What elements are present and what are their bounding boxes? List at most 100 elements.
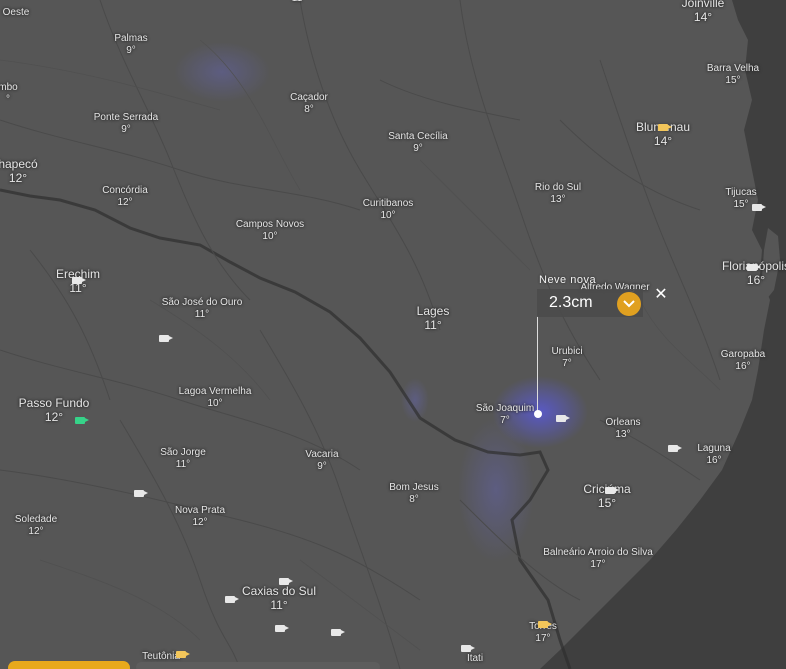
- city-vacaria[interactable]: Vacaria 9°: [305, 449, 338, 472]
- webcam-icon[interactable]: [747, 264, 761, 271]
- city-name: Curitibanos: [362, 198, 414, 209]
- city-teutonia[interactable]: Teutônia: [142, 651, 180, 663]
- city-name: Lages: [416, 304, 450, 318]
- webcam-icon[interactable]: [668, 445, 682, 452]
- webcam-icon[interactable]: [275, 625, 289, 632]
- webcam-icon[interactable]: [72, 277, 86, 284]
- city-name: Itati: [466, 653, 484, 664]
- webcam-icon[interactable]: [134, 490, 148, 497]
- city-oeste[interactable]: Oeste: [3, 7, 30, 19]
- city-name: Teutônia: [142, 651, 180, 662]
- city-nova-prata[interactable]: Nova Prata 12°: [175, 505, 225, 528]
- city-urubici[interactable]: Urubici 7°: [551, 346, 582, 369]
- close-icon[interactable]: ✕: [653, 287, 669, 303]
- city-name: Orleans: [605, 417, 641, 428]
- webcam-icon[interactable]: [605, 487, 619, 494]
- city-laguna[interactable]: Laguna 16°: [697, 443, 730, 466]
- webcam-icon[interactable]: [225, 596, 239, 603]
- city-lages[interactable]: Lages 11°: [416, 304, 450, 333]
- snow-area-small: [401, 378, 429, 422]
- city-name: mbo: [0, 82, 18, 93]
- city-name: Urubici: [551, 346, 583, 357]
- city-name: Concórdia: [102, 185, 148, 196]
- city-joinville[interactable]: Joinville 14°: [682, 0, 725, 25]
- popup-title: Neve nova: [539, 274, 597, 286]
- city-temp: 12°: [28, 525, 44, 537]
- webcam-icon[interactable]: [658, 124, 672, 131]
- city-temp: 15°: [725, 74, 741, 86]
- city-name: Garopaba: [720, 349, 766, 360]
- city-name: Nova Prata: [174, 505, 226, 516]
- bottom-toggle-button[interactable]: [8, 661, 130, 669]
- city-caxias-do-sul[interactable]: Caxias do Sul 11°: [241, 584, 317, 613]
- webcam-icon[interactable]: [331, 629, 345, 636]
- city-sao-jorge[interactable]: São Jorge 11°: [160, 447, 206, 470]
- webcam-icon[interactable]: [752, 204, 766, 211]
- city-palmas[interactable]: Palmas 9°: [114, 33, 147, 56]
- city-concordia[interactable]: Concórdia 12°: [102, 185, 148, 208]
- city-sao-jose-do-ouro[interactable]: São José do Ouro 11°: [162, 297, 243, 320]
- webcam-icon[interactable]: [538, 621, 552, 628]
- city-sao-joaquim[interactable]: São Joaquim 7°: [476, 403, 534, 426]
- city-temp: 9°: [126, 44, 136, 56]
- city-santa-cecilia[interactable]: Santa Cecília 9°: [388, 131, 447, 154]
- city-temp: 11: [292, 0, 302, 5]
- bottom-toolbar[interactable]: [136, 662, 380, 669]
- city-temp: 16°: [706, 454, 722, 466]
- city-temp: 17°: [590, 558, 606, 570]
- city-temp: 16°: [746, 272, 766, 287]
- city-orleans[interactable]: Orleans 13°: [605, 417, 640, 440]
- city-name: São Jorge: [160, 447, 206, 458]
- city-temp: °: [5, 93, 10, 105]
- city-temp: 11°: [424, 317, 442, 332]
- city-bom-jesus[interactable]: Bom Jesus 8°: [389, 482, 438, 505]
- city-temp: 15°: [597, 495, 617, 510]
- city-rio-do-sul[interactable]: Rio do Sul 13°: [535, 182, 581, 205]
- city-barra-velha[interactable]: Barra Velha 15°: [707, 63, 759, 86]
- webcam-icon[interactable]: [556, 415, 570, 422]
- city-temp: 10°: [262, 230, 278, 242]
- chevron-down-icon: [623, 300, 635, 308]
- city-name: Barra Velha: [706, 63, 760, 74]
- city-curitibanos[interactable]: Curitibanos 10°: [363, 198, 414, 221]
- city-ponte-serrada[interactable]: Ponte Serrada 9°: [94, 112, 159, 135]
- webcam-icon[interactable]: [461, 645, 475, 652]
- location-marker[interactable]: [534, 410, 542, 418]
- city-top-partial[interactable]: 11: [292, 0, 302, 5]
- city-cacador[interactable]: Caçador 8°: [290, 92, 328, 115]
- city-temp: 11°: [175, 458, 191, 470]
- city-temp: 7°: [562, 357, 572, 369]
- city-temp: 8°: [304, 103, 314, 115]
- city-temp: 14°: [653, 133, 673, 148]
- city-temp: 7°: [500, 414, 510, 426]
- city-campos-novos[interactable]: Campos Novos 10°: [236, 219, 304, 242]
- city-name: Bom Jesus: [389, 482, 439, 493]
- weather-map[interactable]: Oeste 11 Joinville14° Palmas9° mbo° Caça…: [0, 0, 786, 669]
- city-temp: 13°: [615, 428, 631, 440]
- snow-value: 2.3cm: [549, 294, 593, 311]
- city-name: Laguna: [697, 443, 731, 454]
- webcam-icon[interactable]: [75, 417, 89, 424]
- city-temp: 11°: [194, 308, 210, 320]
- city-name: hapecó: [0, 157, 38, 171]
- city-name: Vacaria: [305, 449, 339, 460]
- city-balneario-arroio[interactable]: Balneário Arroio do Silva 17°: [543, 547, 653, 570]
- city-xanxere-partial[interactable]: mbo °: [0, 82, 18, 105]
- city-name: São José do Ouro: [161, 297, 243, 308]
- webcam-icon[interactable]: [176, 651, 190, 658]
- snow-value-popup[interactable]: 2.3cm: [537, 289, 643, 317]
- city-name: Ponte Serrada: [93, 112, 159, 123]
- city-itati[interactable]: Itati: [467, 653, 483, 665]
- city-temp: 12°: [192, 516, 208, 528]
- webcam-icon[interactable]: [279, 578, 293, 585]
- city-name: Caxias do Sul: [241, 584, 317, 598]
- city-soledade[interactable]: Soledade 12°: [15, 514, 57, 537]
- city-temp: 12°: [117, 196, 133, 208]
- expand-button[interactable]: [617, 292, 641, 316]
- city-temp: 11°: [270, 597, 288, 612]
- city-name: Tijucas: [725, 187, 757, 198]
- city-lagoa-vermelha[interactable]: Lagoa Vermelha 10°: [179, 386, 252, 409]
- city-garopaba[interactable]: Garopaba 16°: [721, 349, 765, 372]
- city-chapeco[interactable]: hapecó 12°: [0, 157, 38, 186]
- webcam-icon[interactable]: [159, 335, 173, 342]
